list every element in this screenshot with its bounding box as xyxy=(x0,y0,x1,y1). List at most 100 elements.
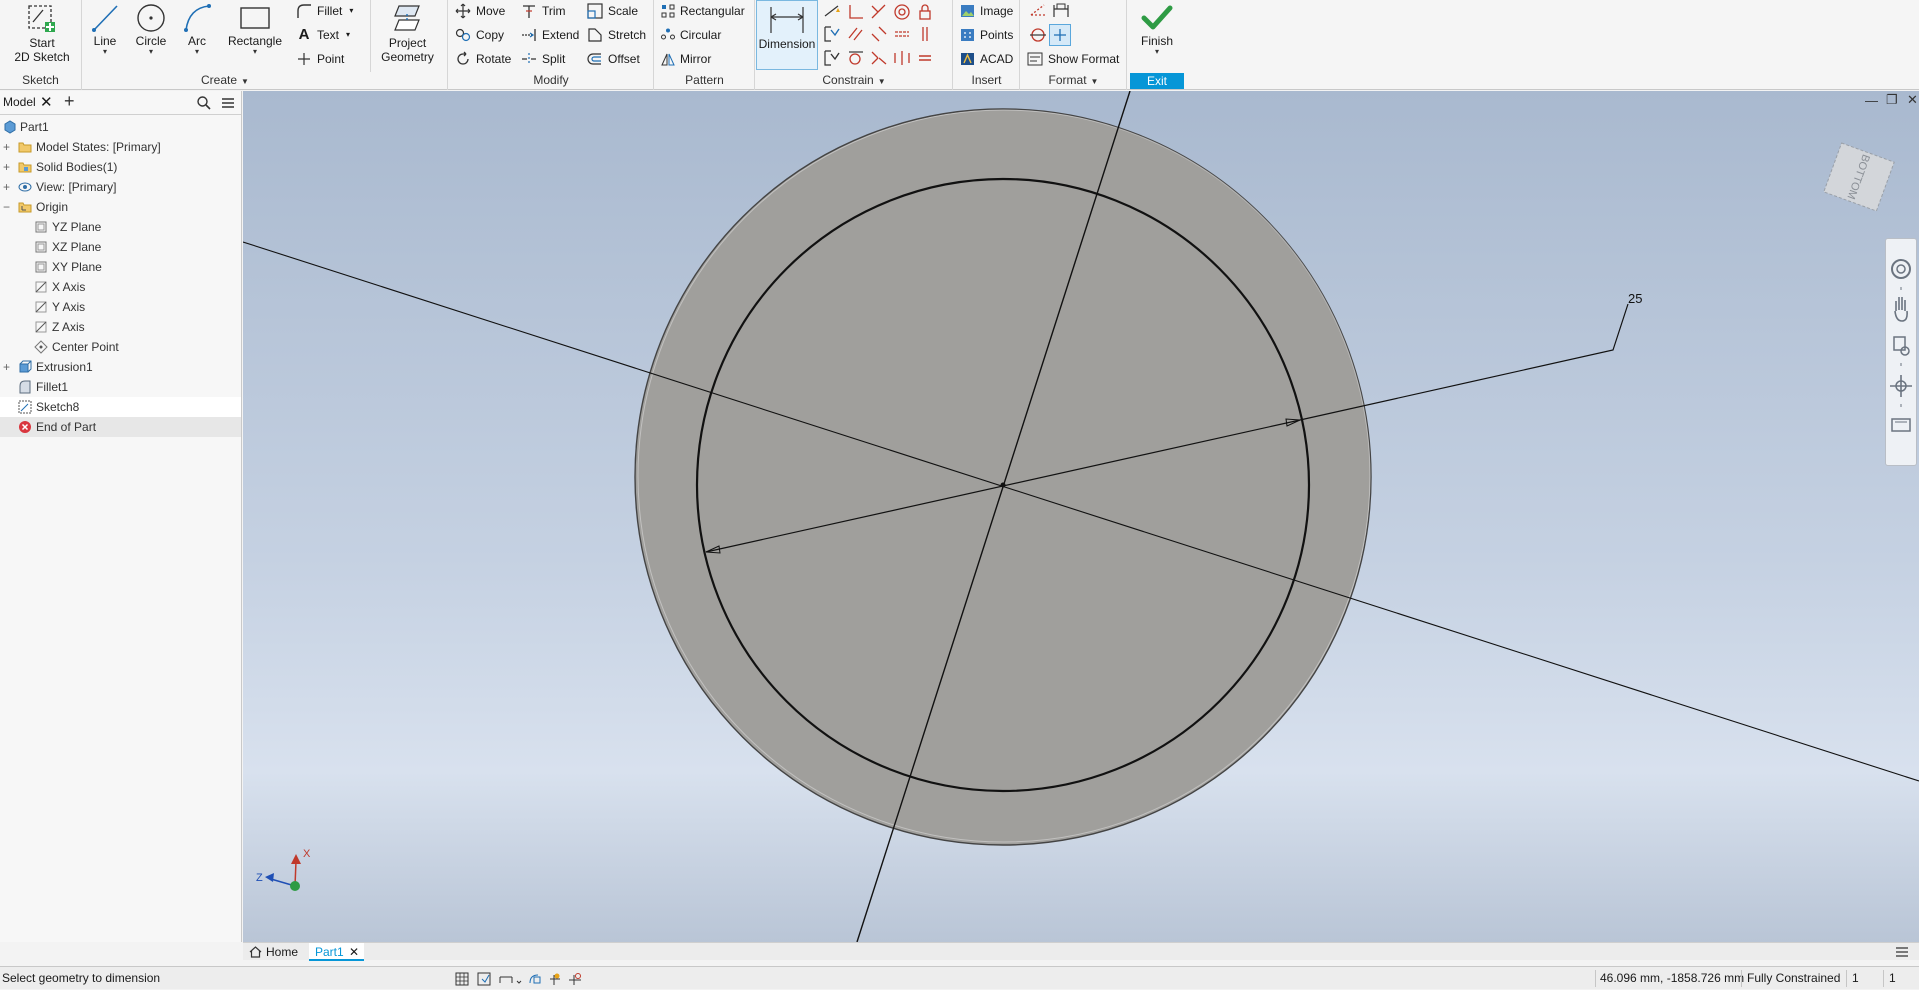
tree-node-xz-plane[interactable]: XZ Plane xyxy=(0,237,241,257)
restore-icon[interactable]: ❐ xyxy=(1886,92,1898,108)
construction-icon[interactable] xyxy=(1028,1,1048,21)
create-expand-icon[interactable]: ▼ xyxy=(241,77,249,86)
line-button[interactable]: Line ▾ xyxy=(83,0,127,72)
offset-button[interactable]: Offset xyxy=(587,48,640,70)
tree-node-solid-bodies[interactable]: + Solid Bodies(1) xyxy=(0,157,241,177)
horizontal-icon[interactable] xyxy=(892,24,912,44)
concentric-icon[interactable] xyxy=(892,2,912,22)
circular-pattern-button[interactable]: Circular xyxy=(661,24,721,46)
project-geometry-button[interactable]: Project Geometry xyxy=(370,0,444,72)
vertical-icon[interactable] xyxy=(915,24,935,44)
circle-dropdown-icon[interactable]: ▾ xyxy=(129,48,173,56)
coincident-icon[interactable] xyxy=(846,2,866,22)
sketch-center-point[interactable] xyxy=(1000,482,1006,488)
start-2d-sketch-button[interactable]: Start 2D Sketch xyxy=(8,0,76,72)
point-button[interactable]: Point xyxy=(296,48,344,70)
tree-node-part1[interactable]: Part1 xyxy=(0,117,241,137)
tabs-menu-icon[interactable] xyxy=(1895,946,1909,958)
tree-node-origin[interactable]: − Origin xyxy=(0,197,241,217)
center-point-toggle[interactable] xyxy=(1049,24,1071,46)
tab-home[interactable]: Home xyxy=(249,943,298,961)
insert-image-button[interactable]: Image xyxy=(960,0,1013,22)
hamburger-menu-icon[interactable] xyxy=(220,95,236,111)
extend-button[interactable]: Extend xyxy=(521,24,579,46)
search-icon[interactable] xyxy=(196,95,212,111)
tangent-icon[interactable] xyxy=(846,48,866,68)
tree-node-yz-plane[interactable]: YZ Plane xyxy=(0,217,241,237)
rectangle-dropdown-icon[interactable]: ▾ xyxy=(223,48,287,56)
perpendicular-icon[interactable] xyxy=(869,24,889,44)
rectangular-pattern-button[interactable]: Rectangular xyxy=(661,0,745,22)
rectangle-button[interactable]: Rectangle ▾ xyxy=(223,0,287,72)
arc-dropdown-icon[interactable]: ▾ xyxy=(175,48,219,56)
tree-node-x-axis[interactable]: X Axis xyxy=(0,277,241,297)
tab-model[interactable]: Model xyxy=(3,95,36,109)
rotate-button[interactable]: Rotate xyxy=(455,48,511,70)
close-tab-icon[interactable]: ✕ xyxy=(349,943,359,961)
insert-points-button[interactable]: Points xyxy=(960,24,1013,46)
smooth-icon[interactable] xyxy=(869,48,889,68)
centerline-icon[interactable] xyxy=(1028,25,1048,45)
expand-icon[interactable]: + xyxy=(3,157,13,177)
status-toolbar[interactable] xyxy=(454,971,594,987)
tree-node-model-states[interactable]: + Model States: [Primary] xyxy=(0,137,241,157)
expand-icon[interactable]: + xyxy=(3,137,13,157)
fillet-button[interactable]: Fillet ▾ xyxy=(296,0,353,22)
move-button[interactable]: Move xyxy=(455,0,505,22)
constrain-expand-icon[interactable]: ▼ xyxy=(878,77,886,86)
constrain-panel-label[interactable]: Constrain ▼ xyxy=(756,72,952,88)
format-panel-label[interactable]: Format ▼ xyxy=(1021,72,1126,88)
tab-part1[interactable]: Part1 ✕ xyxy=(309,943,364,961)
text-dropdown-icon[interactable]: ▾ xyxy=(346,24,350,46)
tree-node-y-axis[interactable]: Y Axis xyxy=(0,297,241,317)
collinear-icon[interactable] xyxy=(869,2,889,22)
line-dropdown-icon[interactable]: ▾ xyxy=(83,48,127,56)
equal-icon[interactable] xyxy=(915,48,935,68)
sketch-canvas[interactable]: 25 X Z BOTTOM xyxy=(243,91,1919,942)
auto-dimension-icon[interactable] xyxy=(822,2,842,22)
tree-node-fillet1[interactable]: Fillet1 xyxy=(0,377,241,397)
graphics-viewport[interactable]: 25 X Z BOTTOM — ❐ ✕ xyxy=(243,91,1919,942)
expand-icon[interactable]: + xyxy=(3,357,13,377)
circle-button[interactable]: Circle ▾ xyxy=(129,0,173,72)
dimension-button[interactable]: Dimension xyxy=(756,0,818,70)
format-expand-icon[interactable]: ▼ xyxy=(1091,77,1099,86)
expand-icon[interactable]: + xyxy=(3,177,13,197)
driven-dimension-icon[interactable] xyxy=(1051,1,1071,21)
insert-acad-button[interactable]: ACAD xyxy=(960,48,1013,70)
part-icon xyxy=(4,120,16,134)
finish-sketch-button[interactable]: Finish ▾ xyxy=(1130,0,1184,72)
trim-button[interactable]: Trim xyxy=(521,0,566,22)
close-icon[interactable]: ✕ xyxy=(40,93,53,111)
text-button[interactable]: A Text ▾ xyxy=(296,24,350,46)
split-button[interactable]: Split xyxy=(521,48,565,70)
parallel-icon[interactable] xyxy=(846,24,866,44)
tree-node-z-axis[interactable]: Z Axis xyxy=(0,317,241,337)
close-view-icon[interactable]: ✕ xyxy=(1907,92,1918,108)
tree-node-xy-plane[interactable]: XY Plane xyxy=(0,257,241,277)
scale-button[interactable]: Scale xyxy=(587,0,638,22)
minimize-icon[interactable]: — xyxy=(1865,93,1878,108)
viewcube[interactable]: BOTTOM xyxy=(1823,142,1895,212)
tree-node-center-point[interactable]: Center Point xyxy=(0,337,241,357)
add-tab-icon[interactable]: + xyxy=(64,91,75,112)
show-format-button[interactable]: Show Format xyxy=(1027,48,1119,70)
create-panel-label[interactable]: Create ▼ xyxy=(83,72,367,88)
fillet-dropdown-icon[interactable]: ▾ xyxy=(349,0,353,22)
work-axis-icon xyxy=(35,321,47,333)
tree-node-extrusion1[interactable]: + Extrusion1 xyxy=(0,357,241,377)
symmetric-icon[interactable] xyxy=(892,48,912,68)
arc-button[interactable]: Arc ▾ xyxy=(175,0,219,72)
tree-node-sketch8[interactable]: Sketch8 xyxy=(0,397,241,417)
tree-node-view[interactable]: + View: [Primary] xyxy=(0,177,241,197)
constraint-settings-icon[interactable] xyxy=(822,48,842,68)
show-constraints-icon[interactable] xyxy=(822,24,842,44)
copy-button[interactable]: Copy xyxy=(455,24,504,46)
tree-node-end-of-part[interactable]: End of Part xyxy=(0,417,241,437)
stretch-button[interactable]: Stretch xyxy=(587,24,646,46)
collapse-icon[interactable]: − xyxy=(3,197,13,217)
fix-icon[interactable] xyxy=(915,2,935,22)
mirror-button[interactable]: Mirror xyxy=(661,48,711,70)
dimension-value-text[interactable]: 25 xyxy=(1628,291,1642,306)
finish-dropdown-icon[interactable]: ▾ xyxy=(1130,48,1184,56)
